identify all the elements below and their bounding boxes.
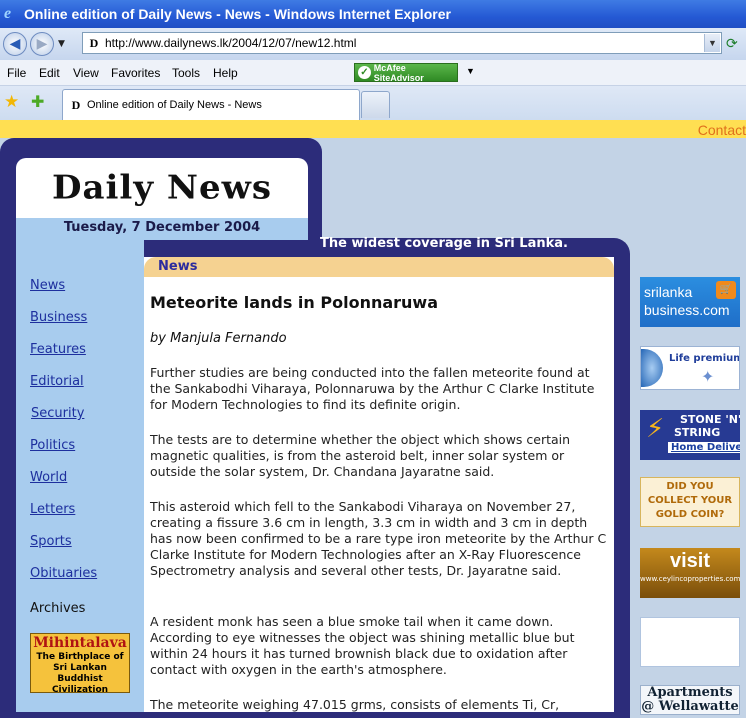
- nav-politics[interactable]: Politics: [30, 438, 75, 453]
- mcafee-siteadvisor-button[interactable]: ✓ McAfee SiteAdvisor: [354, 62, 458, 83]
- masthead: Daily News: [16, 158, 308, 218]
- checkmark-icon: ✓: [358, 66, 371, 79]
- refresh-icon[interactable]: ⟳: [726, 36, 744, 52]
- tab-favicon-icon: D: [71, 98, 81, 112]
- nav-world[interactable]: World: [30, 470, 67, 485]
- menu-tools[interactable]: Tools: [172, 66, 200, 80]
- apartments-ad[interactable]: Apartments @ Wellawatte: [640, 685, 740, 715]
- new-tab-button[interactable]: [361, 91, 390, 118]
- stone-n-string-line2: STRING: [674, 426, 721, 439]
- window-title: Online edition of Daily News - News - Wi…: [24, 6, 451, 22]
- srilanka-business-ad[interactable]: srilanka business.com 🛒: [640, 277, 740, 327]
- lightning-icon: ⚡: [646, 414, 665, 444]
- address-toolbar: ◀ ▶ ▼ D http://www.dailynews.lk/2004/12/…: [0, 28, 746, 60]
- article-paragraph: A resident monk has seen a blue smoke ta…: [150, 614, 575, 677]
- nav-letters[interactable]: Letters: [30, 502, 75, 517]
- tab-daily-news[interactable]: D Online edition of Daily News - News: [62, 89, 360, 120]
- history-dropdown-icon[interactable]: ▼: [58, 39, 68, 49]
- ie-logo-icon: e: [4, 5, 12, 22]
- stone-n-string-line1: STONE 'N': [680, 413, 740, 426]
- life-premium-ad[interactable]: Life premium ✦: [640, 346, 740, 390]
- article-title: Meteorite lands in Polonnaruwa: [150, 293, 439, 312]
- cart-icon: 🛒: [716, 281, 736, 299]
- back-button[interactable]: ◀: [3, 32, 27, 56]
- menu-bar: File Edit View Favorites Tools Help ✓ Mc…: [0, 60, 746, 86]
- mihintalava-subtitle: The Birthplace of Sri Lankan Buddhist Ci…: [36, 652, 124, 693]
- nav-security[interactable]: Security: [31, 406, 84, 421]
- site-favicon-icon: D: [89, 36, 99, 50]
- nav-news[interactable]: News: [30, 278, 65, 293]
- life-premium-text: Life premium: [669, 353, 740, 364]
- blank-ad[interactable]: [640, 617, 740, 667]
- home-delivery-link[interactable]: Home Delivery: [668, 442, 740, 453]
- nav-business[interactable]: Business: [30, 310, 87, 325]
- address-field[interactable]: D http://www.dailynews.lk/2004/12/07/new…: [82, 32, 722, 54]
- gold-coin-ad[interactable]: DID YOU COLLECT YOUR GOLD COIN?: [640, 477, 740, 527]
- left-nav: News Business Features Editorial Securit…: [16, 240, 144, 712]
- tabs-bar: ★ ✚ D Online edition of Daily News - New…: [0, 86, 746, 120]
- tab-label: Online edition of Daily News - News: [87, 99, 262, 111]
- mihintalava-title: Mihintalava: [33, 635, 127, 651]
- menu-help[interactable]: Help: [213, 66, 238, 80]
- section-header: News: [144, 257, 614, 277]
- article-paragraph: Further studies are being conducted into…: [150, 365, 595, 412]
- contact-link[interactable]: Contact: [698, 122, 746, 138]
- address-url: http://www.dailynews.lk/2004/12/07/new12…: [105, 36, 357, 50]
- mihintalava-banner[interactable]: Mihintalava The Birthplace of Sri Lankan…: [30, 633, 130, 693]
- menu-favorites[interactable]: Favorites: [111, 66, 160, 80]
- mcafee-label: McAfee SiteAdvisor: [373, 62, 424, 83]
- window-titlebar: e Online edition of Daily News - News - …: [0, 0, 746, 28]
- article-paragraph: The meteorite weighing 47.015 grms, cons…: [150, 697, 560, 712]
- web-page: Contact Daily News Tuesday, 7 December 2…: [0, 120, 746, 718]
- dove-icon: ✦: [701, 367, 715, 386]
- nav-obituaries[interactable]: Obituaries: [30, 566, 97, 581]
- article-panel: News Meteorite lands in Polonnaruwa by M…: [144, 257, 614, 712]
- article-paragraph: The tests are to determine whether the o…: [150, 432, 571, 479]
- menu-file[interactable]: File: [7, 66, 26, 80]
- article-paragraph: This asteroid which fell to the Sankabod…: [150, 499, 607, 578]
- tagline: The widest coverage in Sri Lanka.: [320, 236, 568, 251]
- globe-icon: [641, 349, 663, 387]
- nav-features[interactable]: Features: [30, 342, 86, 357]
- menu-view[interactable]: View: [73, 66, 99, 80]
- menu-edit[interactable]: Edit: [39, 66, 60, 80]
- nav-archives[interactable]: Archives: [30, 601, 85, 616]
- visit-url-text: www.ceylincoproperties.com: [640, 575, 740, 583]
- visit-text: visit: [669, 550, 711, 572]
- favorites-star-icon[interactable]: ★: [4, 92, 19, 112]
- top-strip: [0, 120, 746, 138]
- article-byline: by Manjula Fernando: [150, 331, 287, 346]
- add-favorite-icon[interactable]: ✚: [31, 92, 44, 111]
- nav-editorial[interactable]: Editorial: [30, 374, 84, 389]
- address-dropdown-icon[interactable]: ▼: [704, 34, 720, 52]
- date-display: Tuesday, 7 December 2004: [16, 218, 308, 240]
- nav-sports[interactable]: Sports: [30, 534, 72, 549]
- stone-n-string-ad[interactable]: ⚡ STONE 'N' STRING Home Delivery: [640, 410, 740, 460]
- visit-ceylinco-ad[interactable]: visit www.ceylincoproperties.com: [640, 548, 740, 598]
- forward-button[interactable]: ▶: [30, 32, 54, 56]
- mcafee-dropdown-icon[interactable]: ▼: [466, 66, 475, 76]
- daily-news-logo[interactable]: Daily News: [16, 169, 308, 207]
